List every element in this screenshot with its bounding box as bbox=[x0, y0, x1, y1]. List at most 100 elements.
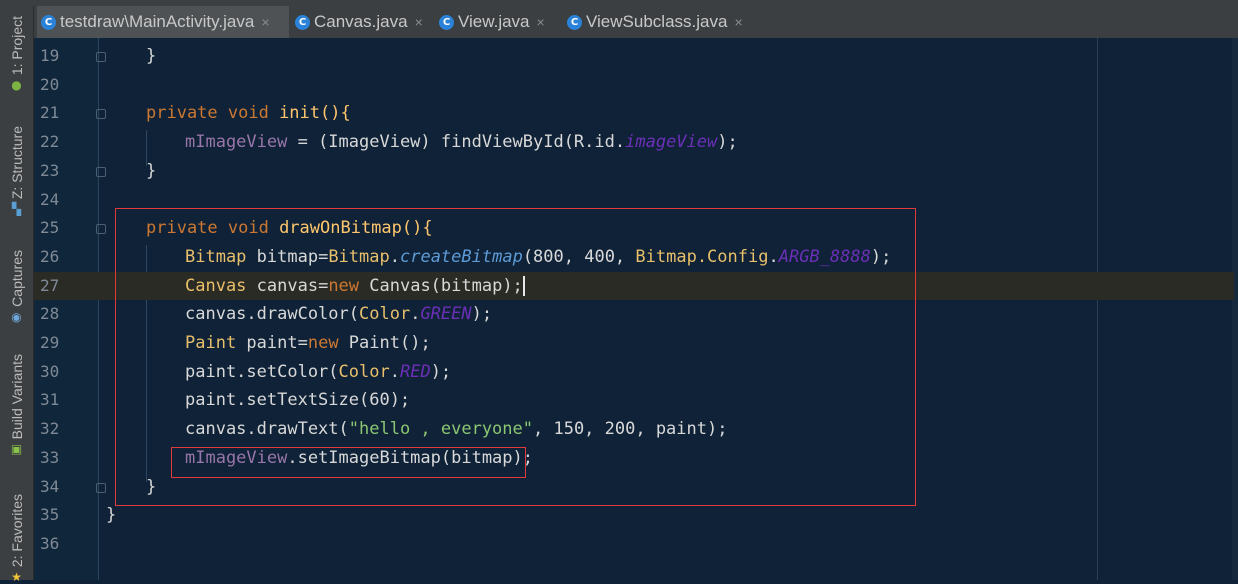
tab-label: ViewSubclass.java bbox=[586, 12, 728, 31]
code-fragment: ); bbox=[471, 304, 493, 325]
captures-icon: ◉ bbox=[11, 309, 22, 324]
line-number: 24 bbox=[40, 189, 60, 209]
code-fragment: . bbox=[389, 246, 400, 267]
code-text: Paint paint=new Paint(); bbox=[185, 329, 431, 358]
keyword: new bbox=[307, 333, 349, 353]
line-number: 26 bbox=[40, 246, 60, 266]
code-text: private void drawOnBitmap(){ bbox=[146, 214, 433, 243]
code-fragment: ); bbox=[870, 246, 892, 267]
code-fragment: Paint(); bbox=[348, 333, 431, 353]
code-line-22[interactable]: 22 mImageView = (ImageView) findViewById… bbox=[34, 128, 1234, 157]
code-text: paint.setTextSize(60); bbox=[185, 390, 411, 411]
code-fragment: ); bbox=[430, 361, 452, 382]
constant-ref: RED bbox=[399, 361, 431, 382]
code-line-34[interactable]: 34 } bbox=[34, 473, 1234, 502]
java-class-icon: C bbox=[295, 14, 310, 30]
code-fragment: canvas.drawText( bbox=[185, 419, 349, 440]
close-icon[interactable]: × bbox=[261, 14, 269, 30]
keyword: private void bbox=[146, 218, 280, 239]
ide-window: C testdraw\MainActivity.java × C Canvas.… bbox=[0, 0, 1238, 584]
code-line-36[interactable]: 36 bbox=[34, 530, 1234, 559]
line-number: 22 bbox=[40, 132, 60, 152]
sidebar-item-build-variants[interactable]: Build Variants ▣ bbox=[0, 354, 33, 456]
sidebar-item-structure[interactable]: Z: Structure ▚ bbox=[0, 126, 33, 216]
type-name: Color bbox=[338, 361, 390, 382]
code-line-19[interactable]: 19 } bbox=[34, 42, 1234, 71]
code-fragment: .setImageBitmap(bitmap); bbox=[287, 447, 533, 468]
code-fragment: = (ImageView) findViewById(R.id. bbox=[287, 132, 626, 153]
code-line-25[interactable]: 25 private void drawOnBitmap(){ bbox=[34, 214, 1234, 243]
close-icon[interactable]: × bbox=[537, 14, 545, 30]
line-number: 23 bbox=[40, 160, 60, 180]
code-text: canvas.drawText("hello , everyone", 150,… bbox=[185, 415, 727, 444]
code-fragment: canvas= bbox=[246, 275, 329, 296]
fold-marker-icon[interactable] bbox=[96, 224, 106, 235]
code-text: } bbox=[146, 46, 157, 66]
close-icon[interactable]: × bbox=[734, 14, 742, 30]
code-line-24[interactable]: 24 bbox=[34, 186, 1234, 215]
code-line-21[interactable]: 21 private void init(){ bbox=[34, 99, 1234, 128]
code-line-23[interactable]: 23 } bbox=[34, 157, 1234, 186]
code-line-29[interactable]: 29 Paint paint=new Paint(); bbox=[34, 329, 1234, 358]
tab-label: Canvas.java bbox=[314, 12, 408, 31]
code-text: } bbox=[146, 160, 157, 181]
java-class-icon: C bbox=[41, 14, 56, 30]
line-number: 36 bbox=[40, 533, 60, 553]
java-class-icon: C bbox=[567, 14, 582, 30]
code-fragment: (800, 400, bbox=[522, 246, 636, 267]
code-text: mImageView = (ImageView) findViewById(R.… bbox=[185, 128, 738, 157]
code-line-20[interactable]: 20 bbox=[34, 71, 1234, 100]
code-fragment: , 150, 200, paint); bbox=[533, 419, 728, 440]
tab-label: testdraw\MainActivity.java bbox=[60, 12, 255, 31]
code-fragment: Canvas(bitmap); bbox=[369, 275, 523, 296]
type-name: Canvas bbox=[185, 275, 247, 296]
sidebar-item-project[interactable]: 1: Project ● bbox=[0, 16, 33, 92]
code-line-31[interactable]: 31 paint.setTextSize(60); bbox=[34, 386, 1234, 415]
sidebar-item-captures[interactable]: Captures ◉ bbox=[0, 250, 33, 324]
editor-tab-bar: C testdraw\MainActivity.java × C Canvas.… bbox=[33, 6, 1238, 38]
favorites-star-icon: ★ bbox=[11, 570, 22, 584]
constant-ref: GREEN bbox=[420, 304, 472, 325]
code-fragment: paint.setColor( bbox=[185, 361, 339, 382]
code-line-27[interactable]: 27 Canvas canvas=new Canvas(bitmap); bbox=[34, 271, 1234, 301]
line-number: 25 bbox=[40, 218, 60, 238]
code-line-26[interactable]: 26 Bitmap bitmap=Bitmap.createBitmap(800… bbox=[34, 243, 1234, 272]
tab-view[interactable]: C View.java × bbox=[435, 6, 559, 38]
code-line-32[interactable]: 32 canvas.drawText("hello , everyone", 1… bbox=[34, 415, 1234, 444]
code-fragment: ); bbox=[717, 132, 738, 153]
sidebar-item-label: 1: Project bbox=[8, 16, 25, 76]
fold-marker-icon[interactable] bbox=[96, 482, 106, 493]
code-text: Bitmap bitmap=Bitmap.createBitmap(800, 4… bbox=[185, 243, 891, 272]
code-text: } bbox=[146, 476, 157, 497]
code-line-30[interactable]: 30 paint.setColor(Color.RED); bbox=[34, 358, 1234, 387]
tab-viewsubclass[interactable]: C ViewSubclass.java × bbox=[563, 6, 753, 38]
code-fragment: paint= bbox=[236, 333, 308, 353]
code-line-28[interactable]: 28 canvas.drawColor(Color.GREEN); bbox=[34, 300, 1234, 329]
close-icon[interactable]: × bbox=[415, 14, 423, 30]
tab-canvas[interactable]: C Canvas.java × bbox=[291, 6, 431, 38]
sidebar-item-label: Captures bbox=[8, 250, 25, 307]
line-number: 35 bbox=[40, 505, 60, 525]
line-number: 33 bbox=[40, 447, 60, 467]
type-name: Bitmap.Config bbox=[635, 246, 769, 267]
code-text: mImageView.setImageBitmap(bitmap); bbox=[185, 444, 533, 473]
build-variants-icon: ▣ bbox=[10, 442, 23, 457]
android-icon: ● bbox=[11, 78, 22, 93]
line-number: 32 bbox=[40, 419, 60, 439]
code-fragment: . bbox=[410, 304, 421, 325]
tab-mainactivity[interactable]: C testdraw\MainActivity.java × bbox=[37, 6, 289, 38]
code-fragment: canvas.drawColor( bbox=[185, 304, 359, 325]
line-number: 19 bbox=[40, 46, 60, 65]
sidebar-item-label: Build Variants bbox=[8, 354, 25, 440]
line-number: 27 bbox=[40, 275, 60, 295]
code-line-33[interactable]: 33 mImageView.setImageBitmap(bitmap); bbox=[34, 444, 1234, 473]
sidebar-item-favorites[interactable]: 2: Favorites ★ bbox=[0, 494, 33, 584]
fold-marker-icon[interactable] bbox=[96, 166, 106, 177]
static-method: createBitmap bbox=[399, 246, 523, 267]
sidebar-item-label: 2: Favorites bbox=[8, 494, 25, 568]
code-line-35[interactable]: 35 } bbox=[34, 501, 1234, 530]
fold-marker-icon[interactable] bbox=[96, 109, 106, 120]
code-fragment: . bbox=[389, 361, 400, 382]
fold-marker-icon[interactable] bbox=[96, 52, 106, 62]
keyword: new bbox=[328, 275, 370, 296]
